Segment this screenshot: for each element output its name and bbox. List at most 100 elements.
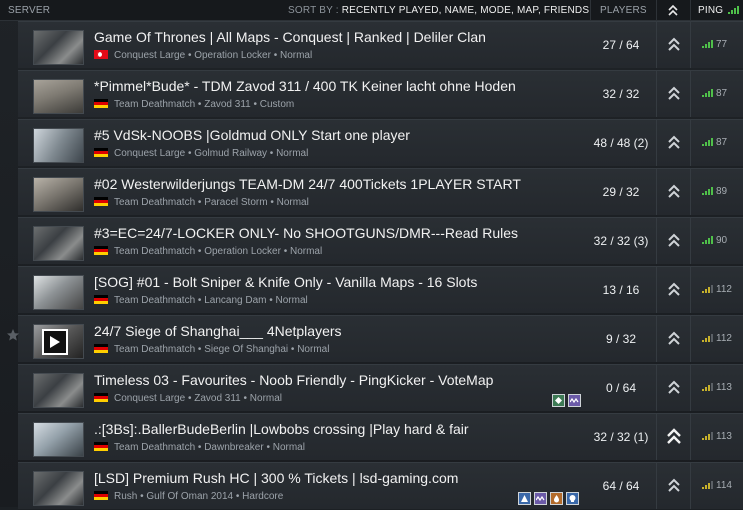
rank-chevrons-icon [668,135,680,149]
skull-icon [566,492,579,505]
column-ping[interactable]: PING [698,5,742,16]
flag-germany-icon [94,197,108,206]
server-row[interactable]: #3=EC=24/7-LOCKER ONLY- No SHOOTGUNS/DMR… [18,217,743,264]
server-name: 24/7 Siege of Shanghai___ 4Netplayers [94,323,342,339]
player-count: 9 / 32 [605,332,637,346]
divider [690,463,691,509]
server-details: Team Deathmatch • Dawnbreaker • Normal [94,442,305,453]
signal-icon [702,432,714,440]
flag-germany-icon [94,99,108,108]
server-row[interactable]: Game Of Thrones | All Maps - Conquest | … [18,21,743,68]
server-mode-map: Team Deathmatch • Dawnbreaker • Normal [114,442,305,453]
ping: 89 [702,186,727,197]
divider [656,414,657,460]
server-details: Team Deathmatch • Zavod 311 • Custom [94,99,294,110]
player-count: 32 / 32 (3) [593,234,649,248]
divider [656,0,657,20]
divider [656,22,657,68]
signal-icon [702,285,714,293]
divider [690,316,691,362]
signal-icon [702,334,714,342]
ping-value: 112 [716,333,732,344]
ping-label: PING [698,5,724,16]
divider [690,169,691,215]
map-thumbnail [33,324,84,359]
server-row[interactable]: [SOG] #01 - Bolt Sniper & Knife Only - V… [18,266,743,313]
column-server[interactable]: SERVER [8,5,50,16]
server-row[interactable]: 24/7 Siege of Shanghai___ 4Netplayers Te… [7,315,743,362]
server-row[interactable]: *Pimmel*Bude* - TDM Zavod 311 / 400 TK K… [18,70,743,117]
server-row[interactable]: #02 Westerwilderjungs TEAM-DM 24/7 400Ti… [18,168,743,215]
player-count: 27 / 64 [602,38,640,52]
divider [656,169,657,215]
ping-value: 113 [716,431,732,442]
divider [690,120,691,166]
server-details: Team Deathmatch • Paracel Storm • Normal [94,197,309,208]
rank-double-chevron-icon [667,428,681,444]
sort-by[interactable]: SORT BY : RECENTLY PLAYED, NAME, MODE, M… [288,5,589,16]
wave-icon [534,492,547,505]
ping: 77 [702,39,727,50]
signal-icon [702,187,714,195]
server-details: Conquest Large • Operation Locker • Norm… [94,50,312,61]
sort-by-label: SORT BY : [288,5,339,16]
server-settings-badges [518,492,582,510]
server-row[interactable]: Timeless 03 - Favourites - Noob Friendly… [18,364,743,411]
rank-sort-icon[interactable] [668,3,678,17]
map-thumbnail [33,226,84,261]
server-mode-map: Conquest Large • Golmud Railway • Normal [114,148,309,159]
server-details: Team Deathmatch • Siege Of Shanghai • No… [94,344,329,355]
favorite-star-icon[interactable] [6,328,20,342]
divider [690,22,691,68]
server-name: .:[3Bs]:.BallerBudeBerlin |Lowbobs cross… [94,421,469,437]
map-thumbnail [33,128,84,163]
server-details: Rush • Gulf Of Oman 2014 • Hardcore [94,491,283,502]
server-browser: SERVER SORT BY : RECENTLY PLAYED, NAME, … [0,0,743,509]
server-mode-map: Conquest Large • Zavod 311 • Normal [114,393,283,404]
rank-chevrons-icon [668,380,680,394]
wave-icon [568,394,581,407]
flag-germany-icon [94,295,108,304]
divider [690,365,691,411]
server-name: #5 VdSk-NOOBS |Goldmud ONLY Start one pl… [94,127,410,143]
server-details: Conquest Large • Zavod 311 • Normal [94,393,282,404]
ping: 113 [702,382,732,393]
ping: 87 [702,88,727,99]
ping: 112 [702,333,732,344]
ping-value: 90 [716,235,728,246]
signal-icon [702,236,714,244]
player-count: 64 / 64 [602,479,640,493]
ping-value: 87 [716,137,728,148]
sort-options[interactable]: RECENTLY PLAYED, NAME, MODE, MAP, FRIEND… [342,5,590,16]
server-details: Team Deathmatch • Lancang Dam • Normal [94,295,308,306]
signal-icon [728,6,740,14]
ping-value: 77 [716,39,728,50]
squad-icon [552,394,565,407]
map-thumbnail [33,177,84,212]
server-row[interactable]: .:[3Bs]:.BallerBudeBerlin |Lowbobs cross… [18,413,743,460]
play-button[interactable] [42,329,68,355]
server-name: [LSD] Premium Rush HC | 300 % Tickets | … [94,470,459,486]
rank-chevrons-icon [668,478,680,492]
rank-chevrons-icon [668,86,680,100]
divider [656,267,657,313]
server-name: Game Of Thrones | All Maps - Conquest | … [94,29,486,45]
ping: 90 [702,235,727,246]
ping: 112 [702,284,732,295]
rank-chevrons-icon [668,184,680,198]
server-row[interactable]: [LSD] Premium Rush HC | 300 % Tickets | … [18,462,743,509]
divider [656,316,657,362]
divider [656,365,657,411]
ping: 113 [702,431,732,442]
divider [656,71,657,117]
fire-icon [550,492,563,505]
divider [690,414,691,460]
ping-value: 87 [716,88,728,99]
server-row[interactable]: #5 VdSk-NOOBS |Goldmud ONLY Start one pl… [18,119,743,166]
ping-value: 114 [716,480,732,491]
server-mode-map: Rush • Gulf Of Oman 2014 • Hardcore [114,491,284,502]
ping-value: 89 [716,186,728,197]
column-players[interactable]: PLAYERS [600,5,647,16]
server-name: #02 Westerwilderjungs TEAM-DM 24/7 400Ti… [94,176,521,192]
server-settings-badges [552,394,584,412]
